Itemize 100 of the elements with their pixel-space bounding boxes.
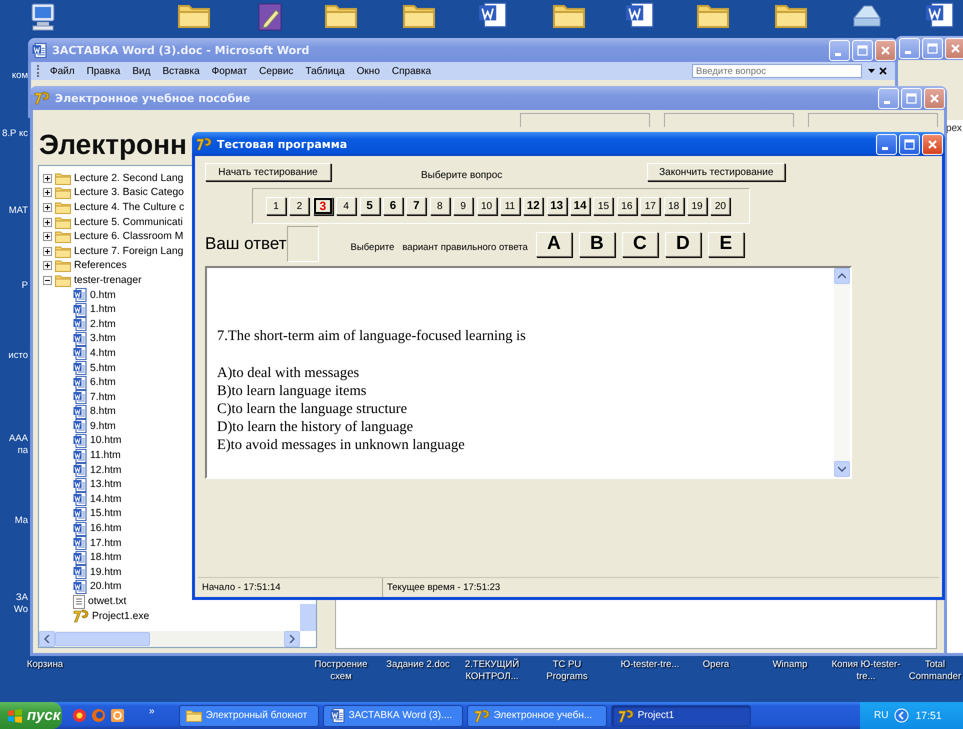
scrollbar[interactable] [834, 268, 850, 477]
taskbar-button[interactable]: ЗАСТАВКА Word (3).... [322, 704, 463, 726]
taskbar-button[interactable]: Электронный блокнот [178, 704, 319, 726]
folder-icon[interactable] [403, 2, 435, 28]
taskbar-button[interactable]: Project1 [610, 704, 751, 726]
icon-label[interactable]: МАТ [0, 205, 28, 217]
start-button[interactable]: пуск [0, 702, 62, 729]
maximize-icon [927, 42, 938, 54]
chevron-icon[interactable] [894, 708, 910, 723]
icon-label[interactable]: ком [0, 70, 28, 82]
question-button[interactable]: 8 [430, 197, 450, 215]
icon-label[interactable]: Р [0, 280, 28, 292]
media-icon[interactable] [110, 708, 125, 723]
icon-label[interactable]: Ма [0, 515, 28, 527]
document-icon [330, 708, 345, 723]
start-test-button[interactable]: Начать тестирование [205, 163, 331, 181]
document-icon [73, 536, 87, 550]
question-button[interactable]: 4 [336, 197, 356, 215]
answer-button[interactable]: B [578, 232, 615, 256]
maximize-button[interactable] [899, 134, 920, 154]
question-button[interactable]: 3 [312, 197, 333, 215]
icon-label[interactable]: Opera [691, 659, 741, 671]
app-icon [73, 608, 89, 624]
question-button[interactable]: 11 [500, 197, 520, 215]
icon-label[interactable]: ААА па [0, 433, 28, 457]
icon-label[interactable]: Корзина [15, 659, 75, 671]
icon-label[interactable]: 2.ТЕКУЩИЙ КОНТРОЛ... [457, 659, 527, 683]
browser-icon[interactable] [72, 708, 87, 723]
question-button[interactable]: 17 [640, 197, 660, 215]
notebook-icon[interactable] [256, 2, 284, 32]
document-icon [73, 361, 87, 376]
answer-button[interactable]: D [664, 232, 701, 256]
taskbar-button[interactable]: Электронное учебн... [466, 704, 607, 726]
arrow-up-icon[interactable] [838, 273, 846, 279]
question-button[interactable]: 20 [710, 197, 730, 215]
minimize-icon [884, 100, 890, 104]
choose-question-label: Выберите вопрос [421, 170, 502, 180]
folder-icon [55, 200, 71, 214]
document-icon[interactable] [478, 2, 508, 28]
question-button[interactable]: 6 [382, 197, 403, 215]
folder-icon[interactable] [775, 2, 807, 28]
document-icon [73, 448, 87, 463]
folder-icon[interactable] [553, 2, 585, 28]
icon-label[interactable]: Total Commander [908, 659, 962, 683]
more-button[interactable]: » [149, 706, 155, 717]
question-button[interactable]: 10 [476, 197, 497, 215]
icon-label[interactable]: TC PU Programs [540, 659, 594, 683]
document-icon [73, 376, 87, 390]
arrow-down-icon[interactable] [838, 466, 846, 472]
window-title: ЗАСТАВКА Word (3).doc - Microsoft Word [52, 44, 310, 56]
question-button[interactable]: 19 [687, 197, 708, 215]
question-button[interactable]: 13 [546, 197, 567, 215]
question-button[interactable]: 1 [266, 197, 286, 215]
icon-label[interactable]: 8.Р кс [0, 128, 28, 140]
question-button[interactable]: 18 [664, 197, 684, 215]
folder-icon[interactable] [325, 2, 357, 28]
question-button[interactable]: 7 [406, 197, 426, 215]
folder-icon [55, 172, 71, 185]
close-icon [927, 138, 938, 150]
window-title: Электронное учебное пособие [55, 92, 252, 104]
document-icon[interactable] [925, 2, 955, 28]
arrow-left-icon[interactable] [44, 635, 50, 643]
answer-button[interactable]: C [622, 232, 658, 256]
icon-label[interactable]: Копия Ю-tester-tre... [825, 659, 907, 683]
icon-label[interactable]: ЗА Wo [0, 592, 28, 616]
document-icon [73, 506, 87, 521]
icon-label[interactable]: Задание 2.doc [382, 659, 454, 671]
question-button[interactable]: 14 [570, 197, 590, 215]
document-icon [32, 42, 47, 58]
choose-answer-label: Выберите вариант правильного ответа [350, 242, 528, 252]
minimize-button[interactable] [876, 134, 897, 154]
document-icon [73, 302, 87, 317]
question-button[interactable]: 16 [616, 197, 637, 215]
text-file-icon [73, 594, 85, 609]
document-icon [73, 522, 87, 536]
finish-test-button[interactable]: Закончить тестирование [647, 163, 786, 181]
question-button[interactable]: 5 [360, 197, 380, 215]
answer-button[interactable]: E [708, 232, 744, 256]
icon-label[interactable]: Построение схем [310, 659, 372, 683]
folder-icon[interactable] [178, 2, 210, 28]
folder-icon [55, 274, 71, 287]
document-icon [73, 565, 87, 580]
document-icon[interactable] [625, 2, 655, 28]
icon-label[interactable]: Winamp [765, 659, 815, 671]
window-title: Тестовая программа [217, 138, 348, 150]
question-button[interactable]: 2 [289, 197, 310, 215]
app-icon [196, 136, 212, 152]
question-button[interactable]: 9 [453, 197, 474, 215]
close-button[interactable] [922, 134, 943, 154]
app-icon [474, 708, 490, 724]
answer-field [286, 226, 319, 262]
question-button[interactable]: 15 [593, 197, 614, 215]
icon-label[interactable]: Ю-tester-tre... [610, 659, 690, 671]
answer-option: E)to avoid messages in unknown language [217, 436, 850, 454]
icon-label[interactable]: исто [0, 350, 28, 362]
arrow-right-icon[interactable] [289, 635, 295, 643]
answer-button[interactable]: A [536, 232, 572, 256]
question-button[interactable]: 12 [523, 197, 544, 215]
status-start-time: Начало - 17:51:14 [198, 578, 383, 597]
folder-icon[interactable] [697, 2, 729, 28]
